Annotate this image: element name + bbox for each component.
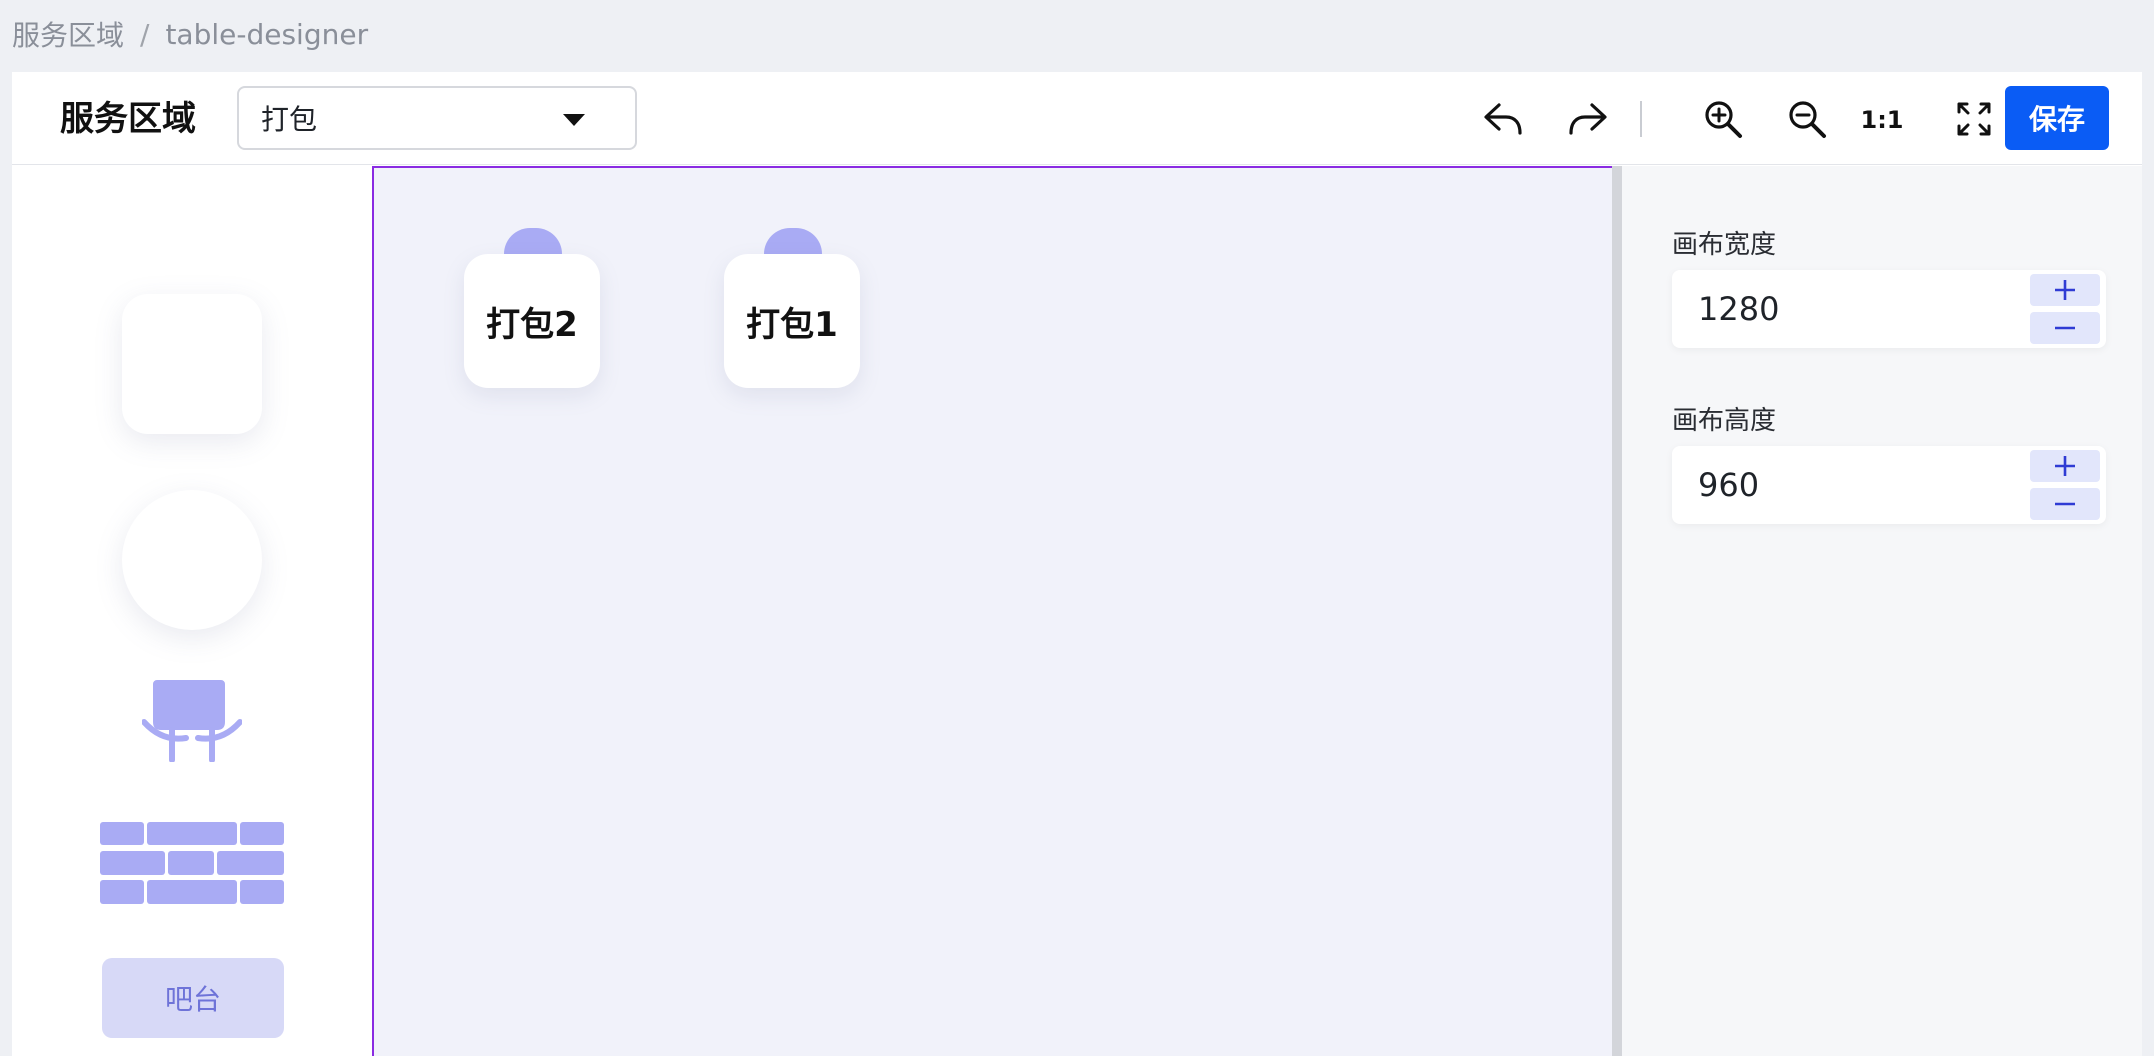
undo-icon bbox=[1484, 103, 1522, 135]
canvas-width-input[interactable]: 1280 bbox=[1672, 270, 2106, 348]
breadcrumb-current: table-designer bbox=[165, 17, 369, 51]
area-select[interactable]: 打包 bbox=[237, 86, 637, 150]
toolbar: 服务区域 打包 1:1 保存 bbox=[12, 72, 2142, 165]
fit-screen-button[interactable] bbox=[1949, 94, 1999, 144]
zoom-in-button[interactable] bbox=[1698, 94, 1748, 144]
plus-icon bbox=[2055, 456, 2075, 476]
zoom-in-icon bbox=[1705, 101, 1742, 138]
palette-square-table[interactable] bbox=[122, 294, 262, 434]
page-title: 服务区域 bbox=[60, 99, 196, 139]
width-increment-button[interactable] bbox=[2030, 274, 2100, 306]
actual-size-button[interactable]: 1:1 bbox=[1857, 102, 1907, 138]
toolbar-divider bbox=[1640, 101, 1642, 137]
fullscreen-icon bbox=[1957, 102, 1991, 136]
canvas-width-value[interactable]: 1280 bbox=[1698, 270, 1779, 348]
canvas-table[interactable]: 打包1 bbox=[724, 228, 860, 388]
canvas-height-value[interactable]: 960 bbox=[1698, 446, 1759, 524]
canvas-height-label: 画布高度 bbox=[1672, 406, 1777, 436]
table-chair bbox=[504, 228, 562, 254]
breadcrumb: 服务区域 / table-designer bbox=[12, 14, 368, 54]
zoom-out-button[interactable] bbox=[1782, 94, 1832, 144]
area-select-value: 打包 bbox=[261, 103, 318, 136]
brick-wall-icon bbox=[100, 822, 284, 904]
minus-icon bbox=[2055, 326, 2075, 330]
save-button[interactable]: 保存 bbox=[2005, 86, 2109, 150]
palette-round-table[interactable] bbox=[122, 490, 262, 630]
height-increment-button[interactable] bbox=[2030, 450, 2100, 482]
canvas-table[interactable]: 打包2 bbox=[464, 228, 600, 388]
designer-app: 服务区域 打包 1:1 保存 吧台 打包2 打包1 画布宽度 1280 画布高度… bbox=[12, 72, 2142, 1056]
design-canvas[interactable]: 打包2 打包1 bbox=[372, 166, 1612, 1056]
palette-wall[interactable] bbox=[100, 822, 284, 904]
plus-icon bbox=[2055, 280, 2075, 300]
redo-icon bbox=[1569, 103, 1607, 135]
canvas-width-label: 画布宽度 bbox=[1672, 230, 1777, 260]
table-label: 打包2 bbox=[464, 254, 600, 388]
breadcrumb-separator: / bbox=[140, 17, 150, 51]
chair-icon bbox=[141, 680, 243, 763]
height-decrement-button[interactable] bbox=[2030, 488, 2100, 520]
caret-down-icon bbox=[563, 114, 585, 126]
panel-resize-handle[interactable] bbox=[1612, 166, 1622, 1056]
table-label: 打包1 bbox=[724, 254, 860, 388]
minus-icon bbox=[2055, 502, 2075, 506]
table-chair bbox=[764, 228, 822, 254]
palette-bar-counter[interactable]: 吧台 bbox=[102, 958, 284, 1038]
zoom-out-icon bbox=[1789, 101, 1826, 138]
properties-panel: 画布宽度 1280 画布高度 960 bbox=[1622, 166, 2142, 1056]
undo-button[interactable] bbox=[1479, 94, 1529, 144]
canvas-height-input[interactable]: 960 bbox=[1672, 446, 2106, 524]
palette-chair[interactable] bbox=[141, 680, 243, 763]
width-decrement-button[interactable] bbox=[2030, 312, 2100, 344]
element-palette: 吧台 bbox=[12, 166, 372, 1056]
redo-button[interactable] bbox=[1562, 94, 1612, 144]
breadcrumb-root[interactable]: 服务区域 bbox=[12, 14, 124, 54]
